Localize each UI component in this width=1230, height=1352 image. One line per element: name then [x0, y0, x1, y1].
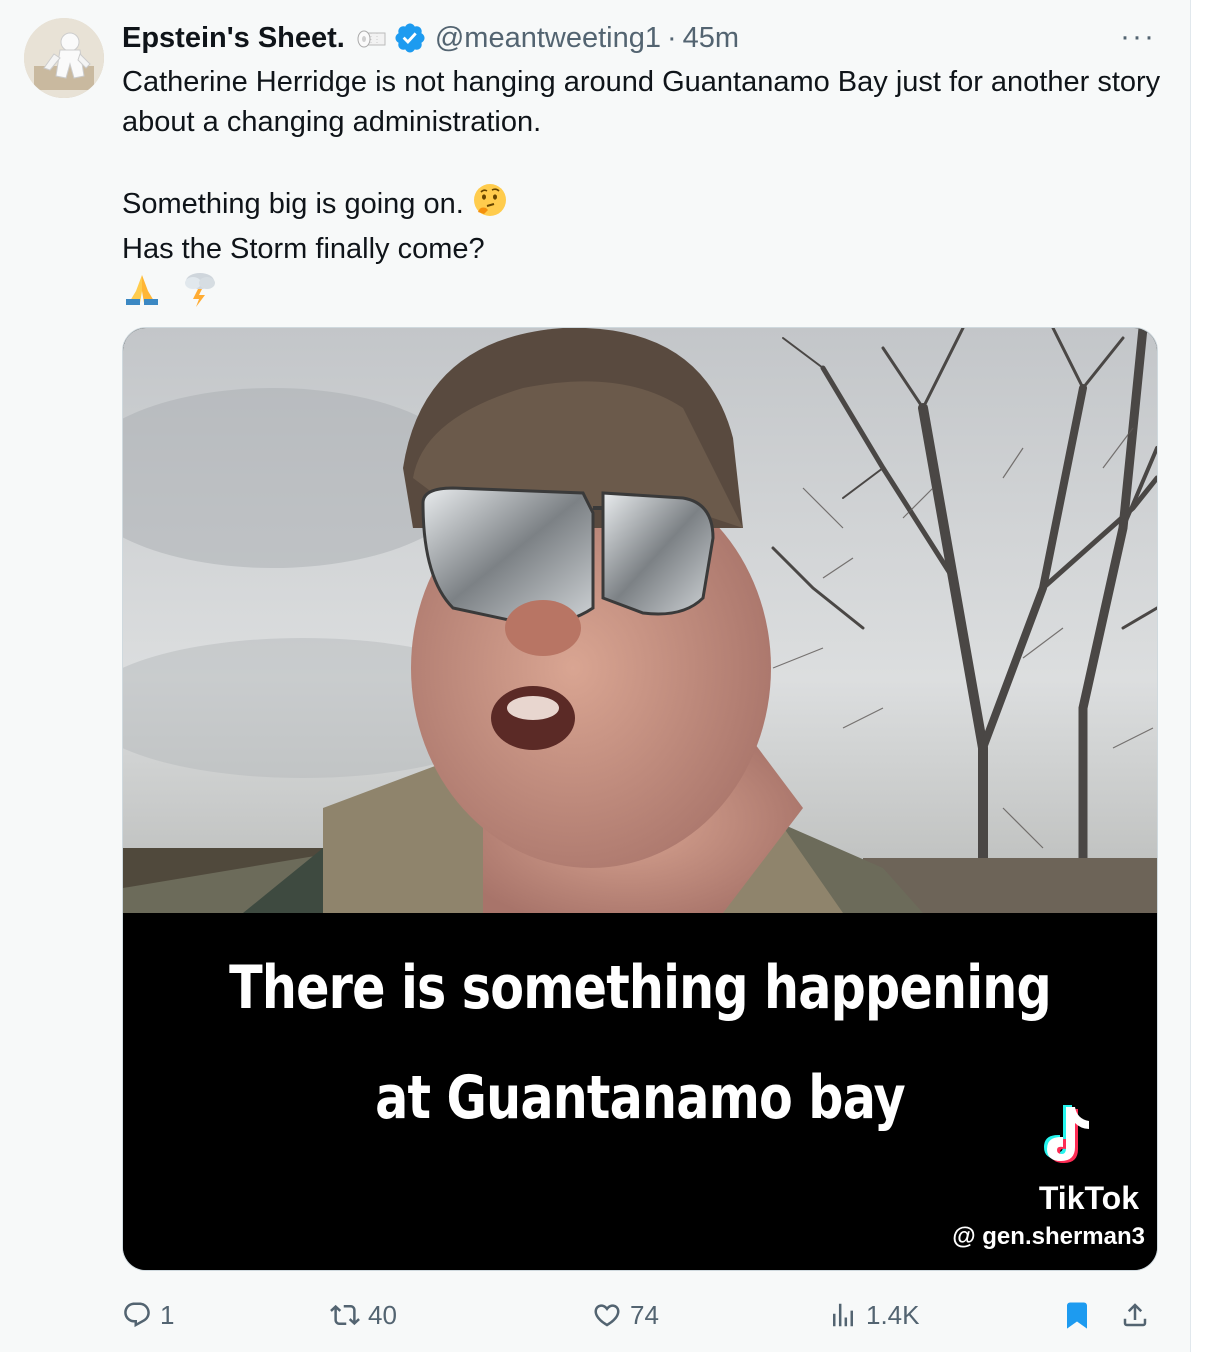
views-count: 1.4K [866, 1299, 920, 1330]
share-button[interactable] [1120, 1298, 1158, 1332]
tiktok-username: @ gen.sherman3 [952, 1223, 1145, 1250]
heart-icon [594, 1304, 620, 1327]
bookmark-button[interactable] [1062, 1298, 1100, 1332]
avatar[interactable] [24, 18, 104, 98]
like-count: 74 [630, 1299, 659, 1330]
reply-count: 1 [160, 1299, 175, 1330]
separator-dot: · [666, 21, 677, 54]
video-caption-line-2: at Guantanamo bay [375, 1063, 905, 1133]
repost-icon [330, 1304, 360, 1326]
views-chart-icon [833, 1303, 853, 1327]
repost-button[interactable]: 40 [330, 1298, 397, 1332]
share-icon [1123, 1303, 1147, 1327]
tweet-header: Epstein's Sheet. @meantweeting1 · 45m [122, 20, 739, 56]
tweet-text-line: Something big is going on. [122, 182, 1162, 229]
tweet-card: Epstein's Sheet. @meantweeting1 · 45m ··… [0, 0, 1191, 1352]
more-options-icon[interactable]: ··· [1118, 20, 1158, 53]
views-button[interactable]: 1.4K [828, 1298, 920, 1332]
tweet-text: Catherine Herridge is not hanging around… [122, 62, 1162, 320]
like-button[interactable]: 74 [592, 1298, 659, 1332]
timestamp[interactable]: 45m [683, 22, 739, 55]
thinking-face-icon [472, 182, 508, 229]
bookmark-filled-icon [1067, 1302, 1087, 1329]
tiktok-label: TikTok [1038, 1180, 1139, 1216]
tweet-emoji-line [122, 269, 1162, 320]
tiktok-logo-icon [1044, 1105, 1089, 1163]
reply-button[interactable]: 1 [122, 1298, 174, 1332]
toilet-paper-icon [355, 26, 387, 50]
video-frame-image [123, 328, 1157, 913]
folded-hands-icon [122, 271, 162, 318]
video-media[interactable]: There is something happening at Guantana… [122, 327, 1158, 1271]
verified-badge-icon[interactable] [393, 21, 427, 55]
tweet-text-line: Catherine Herridge is not hanging around… [122, 66, 1161, 138]
cloud-with-lightning-icon [180, 269, 220, 320]
video-caption-line-1: There is something happening [229, 953, 1052, 1023]
action-bar: 1 40 74 1.4K [122, 1290, 1162, 1340]
author-handle[interactable]: @meantweeting1 [435, 22, 661, 55]
tweet-text-span: Something big is going on. [122, 188, 464, 221]
tweet-text-line: Has the Storm finally come? [122, 233, 485, 265]
repost-count: 40 [368, 1299, 397, 1330]
author-name[interactable]: Epstein's Sheet. [122, 22, 345, 55]
reply-icon [124, 1302, 150, 1328]
